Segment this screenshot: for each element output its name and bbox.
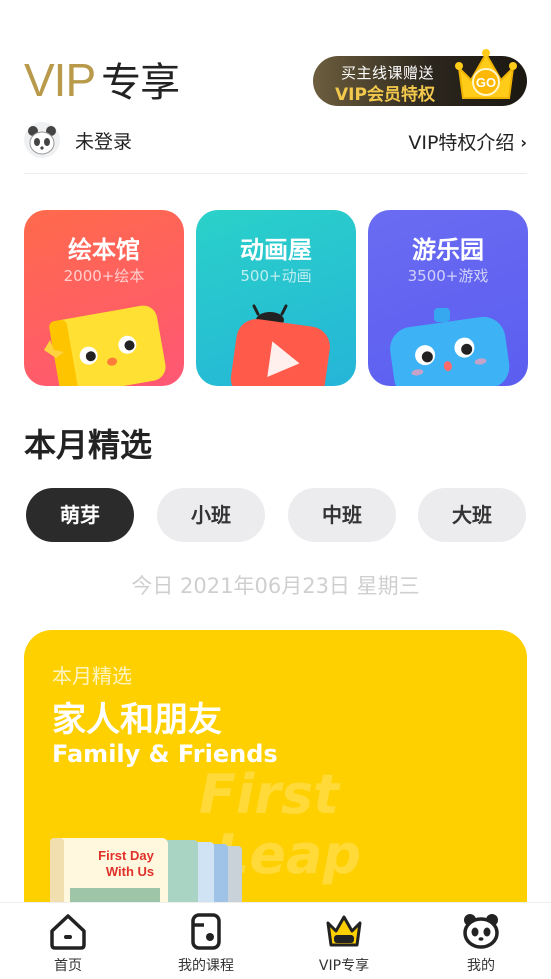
tab-level-middle[interactable]: 中班 [288, 488, 396, 542]
chevron-right-icon: › [520, 133, 527, 152]
category-subtitle: 3500+游戏 [407, 267, 489, 285]
bottom-tab-bar: 首页 我的课程 VIP专享 我的 [0, 902, 551, 979]
course-icon [191, 913, 221, 950]
category-card-playground[interactable]: 游乐园 3500+游戏 [368, 210, 528, 386]
category-subtitle: 500+动画 [240, 267, 312, 285]
promo-badge-text: GO [476, 75, 496, 90]
category-cards: 绘本馆 2000+绘本 动画屋 500+动画 游乐园 3500+游戏 [24, 210, 528, 388]
feature-title: 家人和朋友 [52, 700, 222, 740]
avatar[interactable] [24, 122, 60, 158]
vip-crown-icon [326, 915, 362, 947]
tab-level-small[interactable]: 小班 [157, 488, 265, 542]
tabbar-label: 我的 [467, 958, 495, 974]
tab-level-sprout[interactable]: 萌芽 [26, 488, 134, 542]
panda-avatar-icon [25, 123, 59, 157]
tabbar-home[interactable]: 首页 [8, 903, 128, 979]
category-card-picture-books[interactable]: 绘本馆 2000+绘本 [24, 210, 184, 386]
panda-profile-icon [463, 914, 499, 949]
feature-kicker: 本月精选 [52, 664, 132, 688]
page-title: VIP 专享 [24, 52, 180, 111]
page-title-exclusive: 专享 [101, 60, 180, 106]
date-text: 今日 2021年06月23日 星期三 [131, 574, 420, 598]
tabbar-vip[interactable]: VIP专享 [284, 903, 404, 979]
tabbar-label: 我的课程 [178, 958, 234, 974]
level-tabs: 萌芽 小班 中班 大班 [24, 488, 527, 542]
watermark-line1: First [199, 763, 339, 826]
section-title: 本月精选 [24, 426, 153, 464]
home-icon [50, 914, 86, 950]
page-title-vip: VIP [24, 54, 96, 106]
login-status[interactable]: 未登录 [75, 127, 132, 154]
go-crown-icon: GO [455, 49, 517, 99]
tabbar-profile[interactable]: 我的 [421, 903, 541, 979]
tabbar-my-courses[interactable]: 我的课程 [146, 903, 266, 979]
category-title: 游乐园 [412, 236, 484, 264]
category-subtitle: 2000+绘本 [63, 267, 145, 285]
tab-level-big[interactable]: 大班 [418, 488, 526, 542]
header: VIP 专享 买主线课赠送 VIP会员特权 GO [24, 49, 527, 112]
tabbar-label: VIP专享 [318, 958, 370, 974]
book-title-line1: First Day [98, 848, 154, 863]
divider [24, 173, 527, 174]
category-title: 绘本馆 [68, 236, 140, 264]
vip-intro-label: VIP特权介绍 [408, 132, 515, 154]
category-title: 动画屋 [240, 236, 312, 264]
category-card-animation[interactable]: 动画屋 500+动画 [196, 210, 356, 386]
featured-course-card[interactable]: 本月精选 家人和朋友 Family & Friends First Leap F… [24, 630, 527, 930]
user-bar: 未登录 VIP特权介绍 › [24, 122, 527, 162]
promo-banner-button[interactable]: 买主线课赠送 VIP会员特权 GO [313, 49, 527, 106]
promo-line2: VIP会员特权 [335, 85, 435, 105]
tabbar-label: 首页 [54, 958, 82, 974]
vip-intro-link[interactable]: VIP特权介绍 › [408, 128, 527, 155]
book-title-line2: With Us [106, 864, 154, 879]
